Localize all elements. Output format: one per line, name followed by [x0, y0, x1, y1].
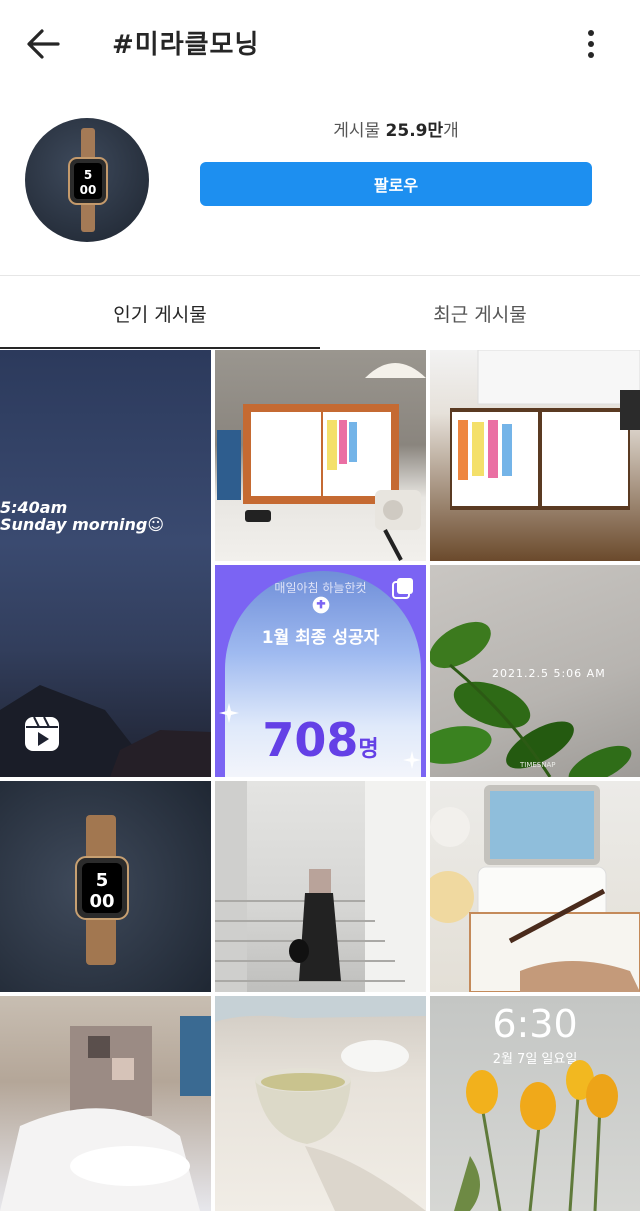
svg-text:00: 00 — [89, 891, 114, 912]
active-tab-indicator — [0, 347, 320, 349]
planner-illustration-icon — [217, 363, 426, 561]
post-planner-desk[interactable] — [215, 350, 426, 561]
post-tea-cup[interactable] — [215, 996, 426, 1211]
svg-text:5: 5 — [96, 870, 109, 891]
challenge-count: 708명 — [215, 713, 426, 767]
post-lockscreen-tulips[interactable]: 6:30 2월 7일 일요일 — [430, 996, 640, 1211]
svg-text:00: 00 — [80, 183, 97, 197]
brand-mascot-icon — [312, 596, 330, 614]
planner-keyboard-icon — [450, 350, 640, 510]
post-apple-watch[interactable]: 5 00 — [0, 781, 211, 992]
post-grid: 5:40am Sunday morning☺ 매일아침 하늘한컷 1월 최종 성… — [0, 350, 640, 1211]
back-arrow-icon[interactable] — [22, 22, 66, 66]
reel-caption-line2: Sunday morning☺ — [0, 515, 165, 534]
post-challenge-graphic[interactable]: 매일아침 하늘한컷 1월 최종 성공자 708명 — [215, 565, 426, 777]
post-planner-keyboard[interactable] — [430, 350, 640, 561]
challenge-count-unit: 명 — [358, 737, 379, 762]
photo-timestamp: 2021.2.5 5:06 AM — [492, 667, 606, 680]
multi-post-icon — [392, 578, 413, 599]
rooftop-silhouette-icon — [0, 685, 211, 777]
challenge-count-value: 708 — [262, 713, 359, 767]
reels-icon — [25, 716, 59, 751]
post-tablet-keyboard[interactable] — [430, 781, 640, 992]
more-options-icon[interactable] — [576, 24, 606, 64]
svg-text:5: 5 — [84, 168, 92, 182]
post-count-value: 25.9만 — [385, 121, 444, 141]
challenge-title: 1월 최종 성공자 — [261, 628, 380, 648]
post-reel-sky[interactable]: 5:40am Sunday morning☺ — [0, 350, 211, 777]
follow-button[interactable]: 팔로우 — [200, 162, 592, 206]
post-count-unit: 개 — [443, 121, 459, 141]
tea-cup-icon — [215, 996, 426, 1211]
hashtag-avatar: 5 00 — [25, 118, 149, 242]
tab-recent-posts[interactable]: 최근 게시물 — [320, 300, 640, 327]
hashtag-title: #미라클모닝 — [112, 30, 260, 60]
post-person-stairs[interactable] — [215, 781, 426, 992]
post-count-label: 게시물 — [333, 121, 381, 141]
sparkle-icon — [403, 751, 421, 769]
watch-thumbnail-icon: 5 00 — [68, 128, 108, 232]
post-plant-photo[interactable]: 2021.2.5 5:06 AM TIMESNAP — [430, 565, 640, 777]
tab-top-posts[interactable]: 인기 게시물 — [0, 300, 320, 327]
cafe-person-icon — [0, 1016, 211, 1211]
watch-illustration-icon: 5 00 — [75, 815, 129, 965]
post-cafe-person[interactable] — [0, 996, 211, 1211]
camera-watermark: TIMESNAP — [520, 761, 556, 769]
tulips-icon — [454, 1060, 618, 1211]
divider — [0, 275, 640, 276]
tablet-keyboard-icon — [430, 785, 640, 992]
post-count: 게시물 25.9만개 — [200, 116, 592, 141]
sparkle-icon — [219, 703, 239, 723]
top-bar: #미라클모닝 — [0, 0, 640, 88]
stairs-person-icon — [215, 781, 426, 992]
